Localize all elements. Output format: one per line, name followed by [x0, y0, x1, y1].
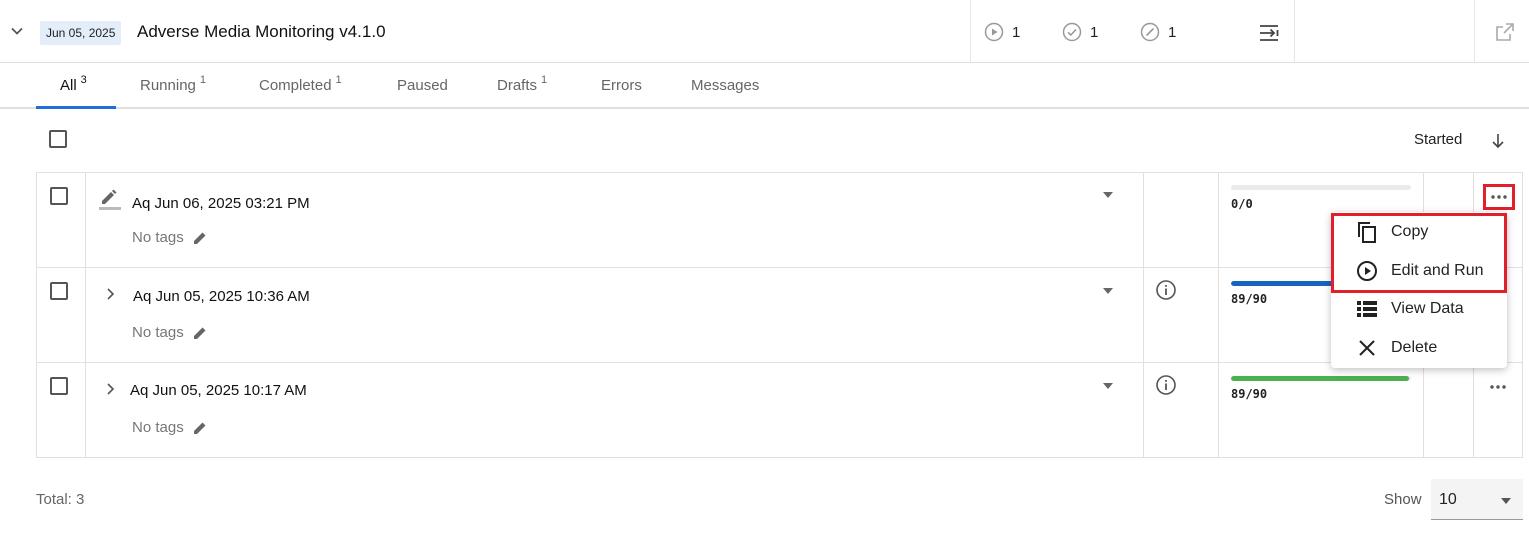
play-circle-icon	[984, 22, 1004, 42]
progress-count: 89/90	[1231, 292, 1268, 306]
copy-icon	[1355, 220, 1379, 244]
menu-item-delete[interactable]: Delete	[1331, 329, 1507, 367]
caret-down-icon[interactable]	[1103, 383, 1113, 389]
more-options-button[interactable]	[1486, 375, 1510, 399]
progress-bar	[1231, 376, 1411, 381]
draft-pencil-icon	[99, 189, 121, 210]
page-size-value: 10	[1439, 491, 1457, 508]
progress-count: 89/90	[1231, 387, 1268, 401]
tab-running[interactable]: Running 1	[140, 64, 206, 109]
chevron-down-icon[interactable]	[8, 22, 26, 40]
caret-down-icon	[1501, 498, 1511, 504]
row-tags: No tags	[132, 324, 208, 341]
run-name[interactable]: Aq Jun 05, 2025 10:17 AM	[130, 382, 307, 399]
row-checkbox[interactable]	[50, 282, 68, 300]
page-title: Adverse Media Monitoring v4.1.0	[137, 22, 386, 41]
info-icon[interactable]	[1155, 279, 1177, 301]
more-horiz-icon	[1491, 195, 1507, 199]
paused-count: 1	[1168, 23, 1177, 41]
info-icon[interactable]	[1155, 374, 1177, 396]
runs-table: Aq Jun 06, 2025 03:21 PM No tags 0/0 Aq …	[36, 172, 1523, 458]
progress-fill	[1231, 376, 1410, 381]
menu-item-edit-and-run[interactable]: Edit and Run	[1331, 252, 1507, 290]
table-row[interactable]: Aq Jun 05, 2025 10:17 AM No tags 89/90	[37, 363, 1522, 458]
tab-all[interactable]: All 3	[60, 64, 87, 109]
edit-tags-icon[interactable]	[192, 420, 208, 436]
progress-count: 0/0	[1231, 197, 1253, 211]
active-tab-indicator	[36, 106, 116, 109]
caret-down-icon[interactable]	[1103, 192, 1113, 198]
page-size-label: Show	[1384, 491, 1422, 508]
paused-stat[interactable]: 1	[1140, 21, 1176, 43]
tab-completed[interactable]: Completed 1	[259, 64, 342, 109]
list-icon	[1355, 297, 1379, 321]
run-name[interactable]: Aq Jun 05, 2025 10:36 AM	[133, 288, 310, 305]
tab-errors[interactable]: Errors	[601, 64, 642, 109]
caret-down-icon[interactable]	[1103, 288, 1113, 294]
menu-item-copy[interactable]: Copy	[1331, 213, 1507, 251]
divider	[970, 0, 971, 62]
row-context-menu: Copy Edit and Run View Data Delete	[1331, 212, 1507, 368]
play-circle-icon	[1355, 259, 1379, 283]
row-checkbox[interactable]	[50, 187, 68, 205]
row-tags: No tags	[132, 229, 208, 246]
edit-tags-icon[interactable]	[192, 325, 208, 341]
chevron-right-icon[interactable]	[103, 382, 117, 396]
merge-icon[interactable]	[1257, 21, 1281, 45]
table-row[interactable]: Aq Jun 06, 2025 03:21 PM No tags 0/0	[37, 173, 1522, 268]
more-horiz-icon	[1490, 385, 1506, 389]
tab-paused[interactable]: Paused	[397, 64, 448, 109]
edit-tags-icon[interactable]	[192, 230, 208, 246]
check-circle-icon	[1062, 22, 1082, 42]
running-stat[interactable]: 1	[984, 21, 1020, 43]
close-icon	[1355, 336, 1379, 360]
running-count: 1	[1012, 23, 1021, 41]
block-circle-icon	[1140, 22, 1160, 42]
date-chip: Jun 05, 2025	[40, 21, 122, 45]
table-row[interactable]: Aq Jun 05, 2025 10:36 AM No tags 89/90	[37, 268, 1522, 363]
run-name[interactable]: Aq Jun 06, 2025 03:21 PM	[132, 195, 310, 212]
row-tags: No tags	[132, 419, 208, 436]
chevron-right-icon[interactable]	[103, 287, 117, 301]
divider	[1474, 0, 1475, 62]
sort-label[interactable]: Started	[1414, 131, 1462, 148]
more-options-button[interactable]	[1483, 184, 1515, 210]
tab-messages[interactable]: Messages	[691, 64, 759, 109]
row-checkbox[interactable]	[50, 377, 68, 395]
tab-bar: All 3 Running 1 Completed 1 Paused Drafts 1 …	[0, 64, 1529, 109]
progress-bar	[1231, 185, 1411, 190]
open-in-new-icon[interactable]	[1494, 21, 1516, 43]
total-count: Total: 3	[36, 491, 85, 508]
completed-stat[interactable]: 1	[1062, 21, 1098, 43]
select-all-checkbox[interactable]	[49, 130, 67, 148]
tab-drafts[interactable]: Drafts 1	[497, 64, 547, 109]
page-size-select[interactable]: 10	[1431, 479, 1523, 520]
completed-count: 1	[1090, 23, 1099, 41]
menu-item-view-data[interactable]: View Data	[1331, 290, 1507, 328]
divider	[1294, 0, 1295, 62]
header-bar: Jun 05, 2025 Adverse Media Monitoring v4…	[0, 0, 1529, 63]
arrow-down-icon[interactable]	[1488, 131, 1508, 151]
